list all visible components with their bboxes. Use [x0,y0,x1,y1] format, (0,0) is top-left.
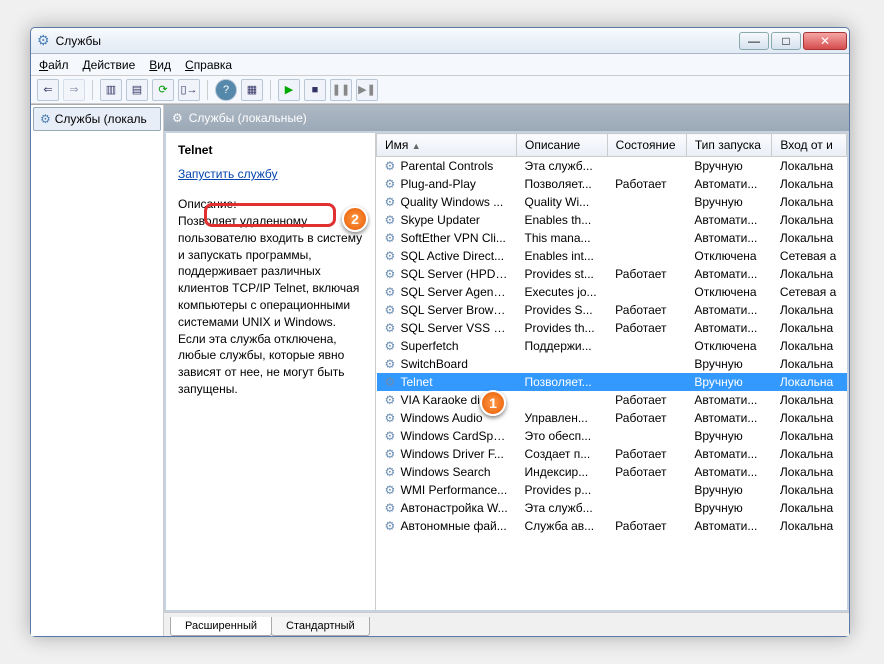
tab-standard[interactable]: Стандартный [271,617,370,636]
content-header: ⚙ Службы (локальные) [164,105,849,131]
column-header[interactable]: Состояние [607,134,686,157]
gear-icon: ⚙ [385,213,399,227]
column-header[interactable]: Тип запуска [686,134,772,157]
service-row[interactable]: ⚙Автонастройка W...Эта служб...ВручнуюЛо… [377,499,847,517]
gear-icon: ⚙ [385,321,399,335]
service-row[interactable]: ⚙SwitchBoardВручнуюЛокальна [377,355,847,373]
gear-icon: ⚙ [385,339,399,353]
service-row[interactable]: ⚙Windows AudioУправлен...РаботаетАвтомат… [377,409,847,427]
column-header[interactable]: Имя ▲ [377,134,517,157]
start-service-link[interactable]: Запустить службу [178,167,363,181]
service-row[interactable]: ⚙Автономные фай...Служба ав...РаботаетАв… [377,517,847,535]
service-row[interactable]: ⚙SQL Active Direct...Enables int...Отклю… [377,247,847,265]
service-row[interactable]: ⚙Windows Driver F...Создает п...Работает… [377,445,847,463]
gear-icon: ⚙ [385,195,399,209]
service-row[interactable]: ⚙Plug-and-PlayПозволяет...РаботаетАвтома… [377,175,847,193]
refresh-button[interactable]: ⟳ [152,79,174,101]
gear-icon: ⚙ [385,267,399,281]
menu-view[interactable]: Вид [149,58,171,72]
gear-icon: ⚙ [37,32,50,49]
service-row[interactable]: ⚙SoftEther VPN Cli...This mana...Автомат… [377,229,847,247]
gear-icon: ⚙ [385,177,399,191]
column-header[interactable]: Описание [517,134,608,157]
toolbar: ⇐ ⇒ ▥ ▤ ⟳ ▯→ ? ▦ ▶ ■ ❚❚ ▶❚ [31,76,849,104]
gear-icon: ⚙ [385,429,399,443]
forward-button[interactable]: ⇒ [63,79,85,101]
service-row[interactable]: ⚙Skype UpdaterEnables th...Автомати...Ло… [377,211,847,229]
nav-item-services-local[interactable]: ⚙ Службы (локаль [33,107,161,131]
detail-service-name: Telnet [178,143,363,157]
gear-icon: ⚙ [385,231,399,245]
detail-pane: Telnet Запустить службу Описание: Позвол… [166,133,376,610]
gear-icon: ⚙ [385,501,399,515]
menu-action[interactable]: Действие [83,58,136,72]
service-row[interactable]: ⚙SuperfetchПоддержи...ОтключенаЛокальна [377,337,847,355]
gear-icon: ⚙ [385,357,399,371]
back-button[interactable]: ⇐ [37,79,59,101]
service-row[interactable]: ⚙TelnetПозволяет...ВручнуюЛокальна [377,373,847,391]
titlebar[interactable]: ⚙ Службы — □ ✕ [31,28,849,54]
gear-icon: ⚙ [385,519,399,533]
start-service-button[interactable]: ▶ [278,79,300,101]
restart-service-button[interactable]: ▶❚ [356,79,378,101]
gear-icon: ⚙ [385,465,399,479]
service-row[interactable]: ⚙Windows SearchИндексир...РаботаетАвтома… [377,463,847,481]
gear-icon: ⚙ [385,249,399,263]
gear-icon: ⚙ [385,393,399,407]
annotation-callout-2: 2 [342,206,368,232]
export-button[interactable]: ▯→ [178,79,200,101]
gear-icon: ⚙ [385,303,399,317]
service-row[interactable]: ⚙WMI Performance...Provides p...ВручнуюЛ… [377,481,847,499]
menu-help[interactable]: Справка [185,58,232,72]
minimize-button[interactable]: — [739,32,769,50]
gear-icon: ⚙ [40,112,51,126]
stop-service-button[interactable]: ■ [304,79,326,101]
maximize-button[interactable]: □ [771,32,801,50]
gear-icon: ⚙ [385,483,399,497]
service-row[interactable]: ⚙Windows CardSpa...Это обесп...ВручнуюЛо… [377,427,847,445]
service-row[interactable]: ⚙SQL Server VSS Wr...Provides th...Работ… [377,319,847,337]
annotation-callout-1: 1 [480,390,506,416]
tab-extended[interactable]: Расширенный [170,617,272,636]
gear-icon: ⚙ [172,111,183,125]
properties-button[interactable]: ▤ [126,79,148,101]
help-button[interactable]: ? [215,79,237,101]
view-tabs: Расширенный Стандартный [164,612,849,636]
menubar: Файл Действие Вид Справка [31,54,849,76]
description-text: Позволяет удаленному пользователю входит… [178,213,363,398]
gear-icon: ⚙ [385,411,399,425]
show-hide-tree-button[interactable]: ▥ [100,79,122,101]
nav-item-label: Службы (локаль [55,112,147,126]
gear-icon: ⚙ [385,159,399,173]
description-label: Описание: [178,197,363,211]
menu-file[interactable]: Файл [39,58,69,72]
service-row[interactable]: ⚙Parental ControlsЭта служб...ВручнуюЛок… [377,157,847,176]
service-row[interactable]: ⚙SQL Server (HPDS...Provides st...Работа… [377,265,847,283]
services-window: ⚙ Службы — □ ✕ Файл Действие Вид Справка… [30,27,850,637]
content-header-title: Службы (локальные) [189,111,307,125]
service-row[interactable]: ⚙Quality Windows ...Quality Wi...Вручную… [377,193,847,211]
service-row[interactable]: ⚙SQL Server Agent ...Executes jo...Отклю… [377,283,847,301]
close-button[interactable]: ✕ [803,32,847,50]
gear-icon: ⚙ [385,285,399,299]
column-header[interactable]: Вход от и [772,134,847,157]
gear-icon: ⚙ [385,447,399,461]
columns-button[interactable]: ▦ [241,79,263,101]
service-row[interactable]: ⚙VIA Karaoke digita...РаботаетАвтомати..… [377,391,847,409]
gear-icon: ⚙ [385,375,399,389]
pause-service-button[interactable]: ❚❚ [330,79,352,101]
services-list[interactable]: Имя ▲ОписаниеСостояниеТип запускаВход от… [376,133,847,610]
nav-tree-pane: ⚙ Службы (локаль [31,105,164,636]
window-title: Службы [56,34,101,48]
service-row[interactable]: ⚙SQL Server BrowserProvides S...Работает… [377,301,847,319]
